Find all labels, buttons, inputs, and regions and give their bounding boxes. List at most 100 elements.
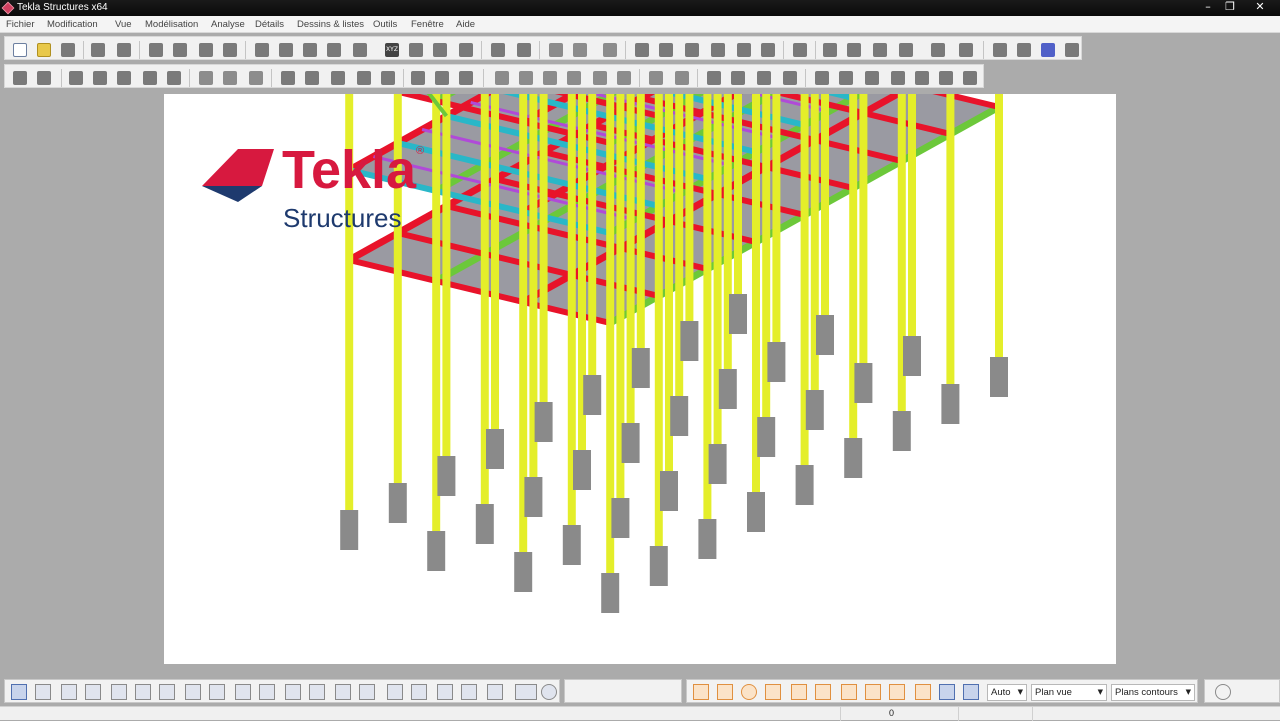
fitting-icon[interactable] xyxy=(495,71,509,85)
polybeam-steel-icon[interactable] xyxy=(331,71,345,85)
menu-aide[interactable]: Aide xyxy=(456,19,475,30)
catalog-icon[interactable] xyxy=(1041,43,1055,57)
restore-button[interactable]: ❐ xyxy=(1219,0,1241,14)
menu-outils[interactable]: Outils xyxy=(373,19,397,30)
select-rebar-icon[interactable] xyxy=(335,684,351,700)
snap-reference-lines-icon[interactable] xyxy=(693,684,709,700)
menu-fichier[interactable]: Fichier xyxy=(6,19,35,30)
compare-icon[interactable] xyxy=(1017,43,1031,57)
steel-beam-icon[interactable] xyxy=(305,71,319,85)
new-model-icon[interactable] xyxy=(13,43,27,57)
snap-override-icon[interactable] xyxy=(939,684,955,700)
snap-center-icon[interactable] xyxy=(791,684,807,700)
grid-icon[interactable] xyxy=(635,43,649,57)
chamfer-icon[interactable] xyxy=(593,71,607,85)
xyz-coordinates-icon[interactable]: XYZ xyxy=(385,43,399,57)
select-grid-lines-icon[interactable] xyxy=(159,684,175,700)
copy-special-icon[interactable] xyxy=(199,43,213,57)
tekla-app-icon[interactable] xyxy=(1,1,15,15)
model-organizer-icon[interactable] xyxy=(931,43,945,57)
save-icon[interactable] xyxy=(61,43,75,57)
grid-array-icon[interactable] xyxy=(939,71,953,85)
pour-icon[interactable] xyxy=(839,71,853,85)
close-button[interactable]: ✕ xyxy=(1249,0,1271,14)
select-grids-icon[interactable] xyxy=(135,684,151,700)
snap-perpendicular-icon[interactable] xyxy=(865,684,881,700)
menu-modelisation[interactable]: Modélisation xyxy=(145,19,198,30)
snap-icon[interactable] xyxy=(491,43,505,57)
select-components-icon[interactable] xyxy=(285,684,301,700)
snap-nearest-icon[interactable] xyxy=(741,684,757,700)
assembly-add-icon[interactable] xyxy=(783,71,797,85)
filter-icon[interactable] xyxy=(303,43,317,57)
snap-geometry-lines-icon[interactable] xyxy=(717,684,733,700)
select-pour-icon[interactable] xyxy=(359,684,375,700)
numbering-icon[interactable] xyxy=(823,43,837,57)
select-parts-icon[interactable] xyxy=(35,684,51,700)
copy-array-icon[interactable] xyxy=(963,71,977,85)
polybeam-icon[interactable] xyxy=(117,71,131,85)
selection-filter-dropdown[interactable] xyxy=(515,684,537,700)
work-area-icon[interactable] xyxy=(433,43,447,57)
smart-select-icon[interactable] xyxy=(1215,684,1231,700)
slab-icon[interactable] xyxy=(143,71,157,85)
concrete-footing-icon[interactable] xyxy=(13,71,27,85)
weld-icon[interactable] xyxy=(707,71,721,85)
select-reference-icon[interactable] xyxy=(387,684,403,700)
drawing-list-icon[interactable] xyxy=(899,43,913,57)
fit-area-icon[interactable] xyxy=(459,43,473,57)
array-icon[interactable] xyxy=(915,71,929,85)
selection-filter-options-icon[interactable] xyxy=(541,684,557,700)
concrete-beam-icon[interactable] xyxy=(93,71,107,85)
snap-midpoint-icon[interactable] xyxy=(815,684,831,700)
select-surfaces-icon[interactable] xyxy=(61,684,77,700)
construction-line-icon[interactable] xyxy=(711,43,725,57)
line-cut-icon[interactable] xyxy=(519,71,533,85)
clip-plane-icon[interactable] xyxy=(793,43,807,57)
mesh-icon[interactable] xyxy=(249,71,263,85)
select-points-icon[interactable] xyxy=(111,684,127,700)
select-all-icon[interactable] xyxy=(11,684,27,700)
crop-icon[interactable] xyxy=(353,43,367,57)
contour-planes-select[interactable]: Plans contours ▼ xyxy=(1111,684,1195,701)
menu-vue[interactable]: Vue xyxy=(115,19,132,30)
rotate-view-icon[interactable] xyxy=(603,43,617,57)
minimize-button[interactable]: – xyxy=(1197,0,1219,14)
rebar-icon[interactable] xyxy=(199,71,213,85)
component-catalog-icon[interactable] xyxy=(459,71,473,85)
polygon-weld-icon[interactable] xyxy=(731,71,745,85)
menu-details[interactable]: Détails xyxy=(255,19,284,30)
select-cuts-icon[interactable] xyxy=(85,684,101,700)
polygon-cut-icon[interactable] xyxy=(543,71,557,85)
twin-profile-icon[interactable] xyxy=(381,71,395,85)
open-model-icon[interactable] xyxy=(37,43,51,57)
arc-icon[interactable] xyxy=(737,43,751,57)
inquire-icon[interactable] xyxy=(549,43,563,57)
move-icon[interactable] xyxy=(173,43,187,57)
bolt-icon[interactable] xyxy=(675,71,689,85)
menu-modification[interactable]: Modification xyxy=(47,19,98,30)
snap-mode-select[interactable]: Auto ▼ xyxy=(987,684,1027,701)
rebar-group-icon[interactable] xyxy=(223,71,237,85)
part-cut-icon[interactable] xyxy=(567,71,581,85)
select-seams-icon[interactable] xyxy=(461,684,477,700)
menu-dessins-listes[interactable]: Dessins & listes xyxy=(297,19,364,30)
copy-icon[interactable] xyxy=(149,43,163,57)
view-plane-select[interactable]: Plan vue ▼ xyxy=(1031,684,1107,701)
steel-column-icon[interactable] xyxy=(281,71,295,85)
handrail-icon[interactable] xyxy=(891,71,905,85)
select-details-icon[interactable] xyxy=(437,684,453,700)
menu-fenetre[interactable]: Fenêtre xyxy=(411,19,444,30)
snap-line-extension-icon[interactable] xyxy=(889,684,905,700)
orthogonal-beam-icon[interactable] xyxy=(435,71,449,85)
menu-analyse[interactable]: Analyse xyxy=(211,19,245,30)
settings-icon[interactable] xyxy=(1065,43,1079,57)
cast-unit-icon[interactable] xyxy=(815,71,829,85)
concrete-column-icon[interactable] xyxy=(69,71,83,85)
select-welds-icon[interactable] xyxy=(185,684,201,700)
snap-any-position-icon[interactable] xyxy=(915,684,931,700)
curved-beam-icon[interactable] xyxy=(357,71,371,85)
model-viewport[interactable]: Tekla ® Structures xyxy=(164,94,1116,664)
select-icon[interactable] xyxy=(279,43,293,57)
snap-intersection-icon[interactable] xyxy=(841,684,857,700)
